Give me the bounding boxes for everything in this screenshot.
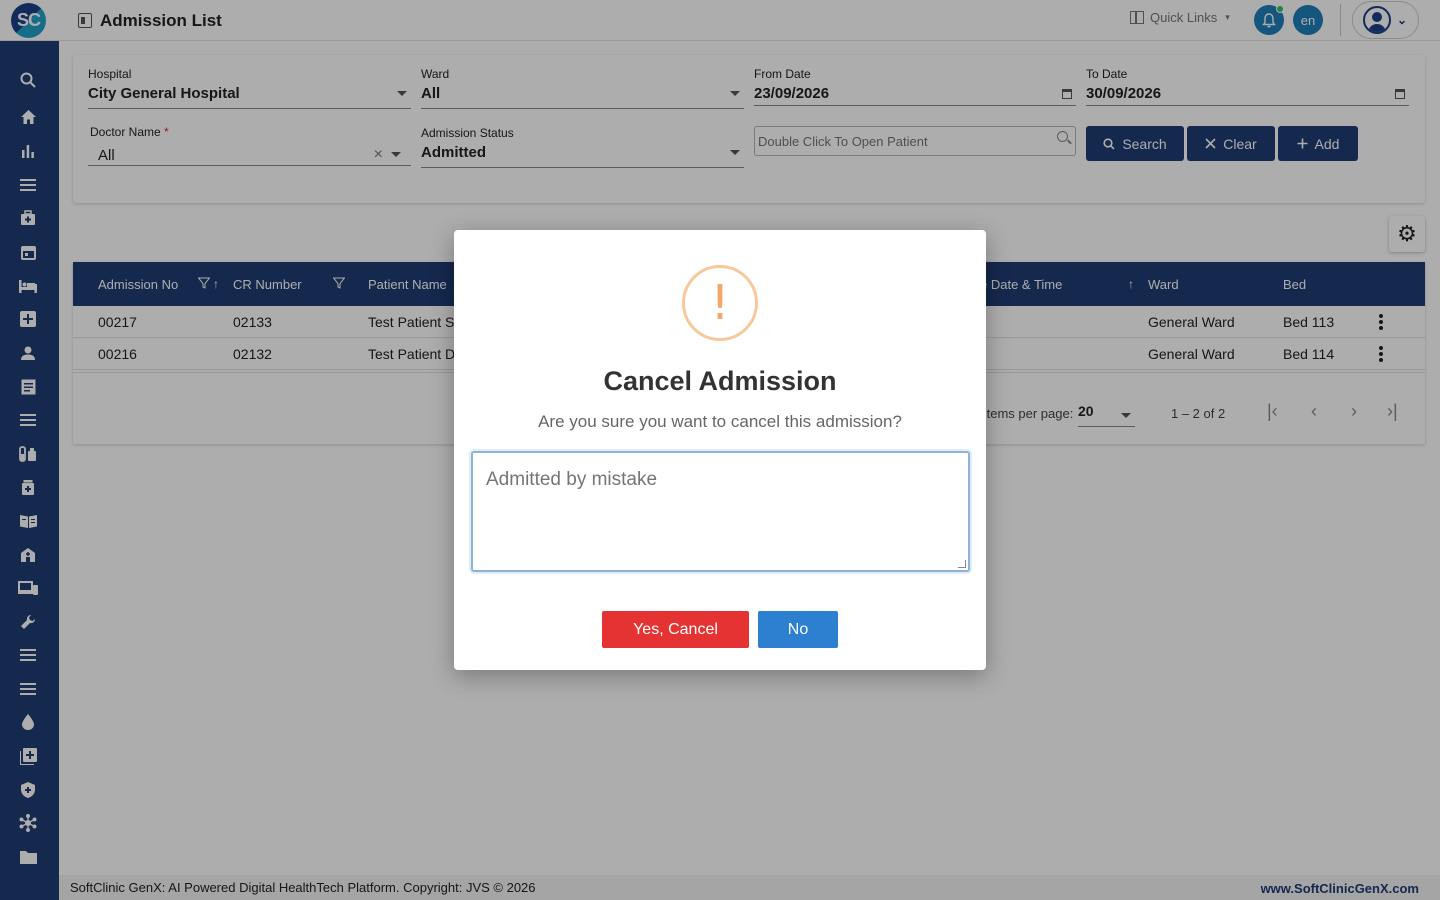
confirm-cancel-button[interactable]: Yes, Cancel bbox=[602, 611, 749, 648]
dialog-message: Are you sure you want to cancel this adm… bbox=[538, 412, 902, 431]
cancel-reason-input[interactable] bbox=[471, 451, 970, 572]
dismiss-button[interactable]: No bbox=[758, 611, 838, 648]
warning-icon: ! bbox=[682, 265, 758, 341]
dialog-title: Cancel Admission bbox=[603, 366, 837, 396]
cancel-admission-dialog: ! Cancel Admission Are you sure you want… bbox=[454, 230, 986, 670]
resize-handle-icon[interactable] bbox=[958, 560, 966, 568]
